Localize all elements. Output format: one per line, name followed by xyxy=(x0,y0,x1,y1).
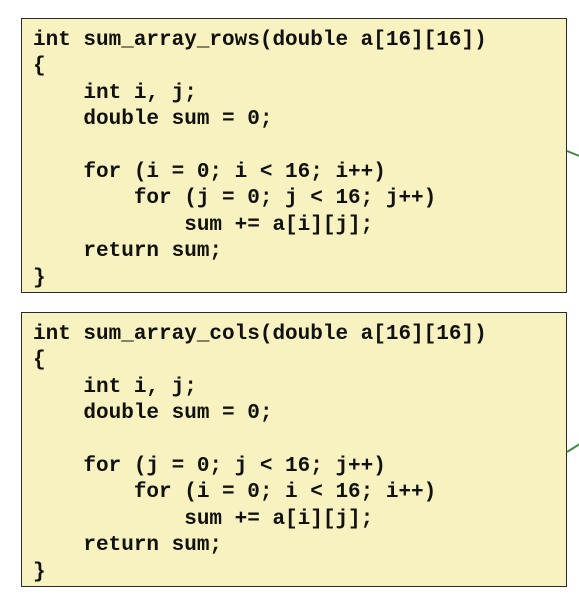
code-line: { xyxy=(33,349,46,373)
code-line: sum += a[i][j]; xyxy=(33,213,374,237)
connector-line-top xyxy=(566,150,579,159)
code-line: } xyxy=(33,266,46,290)
connector-line-bottom xyxy=(566,441,579,453)
code-line: int sum_array_rows(double a[16][16]) xyxy=(33,29,487,52)
code-line: double sum = 0; xyxy=(33,108,273,132)
code-line: for (j = 0; j < 16; j++) xyxy=(33,187,437,211)
code-line: { xyxy=(33,55,46,79)
code-line: } xyxy=(33,560,46,584)
slide-canvas: int sum_array_rows(double a[16][16]) { i… xyxy=(0,0,579,607)
code-line: int i, j; xyxy=(33,81,197,105)
code-line: double sum = 0; xyxy=(33,402,273,426)
code-line: return sum; xyxy=(33,240,223,264)
code-line: int i, j; xyxy=(33,375,197,399)
code-line: for (j = 0; j < 16; j++) xyxy=(33,454,386,478)
code-block-sum-array-rows: int sum_array_rows(double a[16][16]) { i… xyxy=(21,18,567,293)
code-block-sum-array-cols: int sum_array_cols(double a[16][16]) { i… xyxy=(21,312,567,587)
code-line: for (i = 0; i < 16; i++) xyxy=(33,160,386,184)
code-line: sum += a[i][j]; xyxy=(33,507,374,531)
code-line: return sum; xyxy=(33,534,223,558)
code-line: for (i = 0; i < 16; i++) xyxy=(33,481,437,505)
code-line: int sum_array_cols(double a[16][16]) xyxy=(33,323,487,346)
